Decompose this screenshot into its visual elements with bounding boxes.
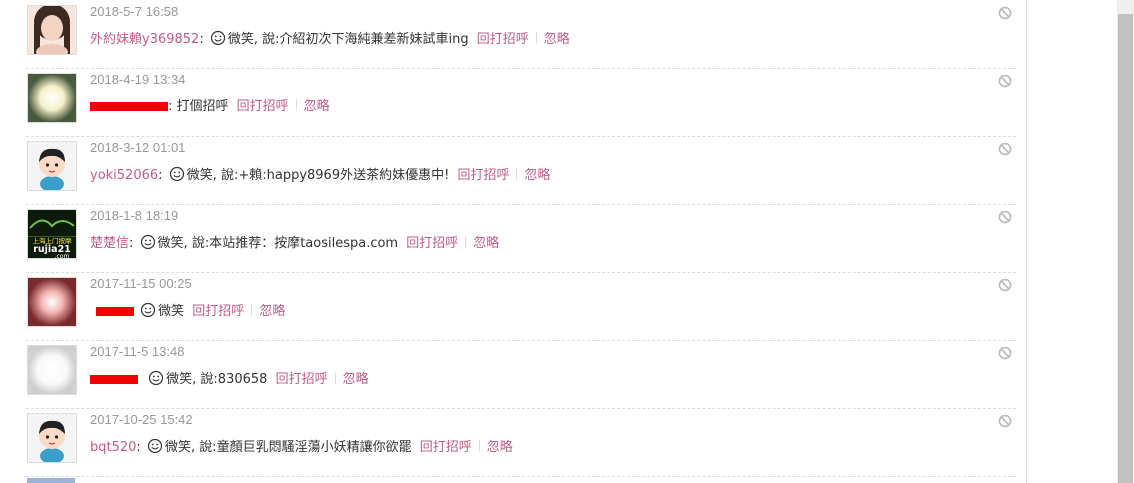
ignore-link[interactable]: 忽略: [304, 99, 330, 114]
smile-icon: [140, 302, 156, 318]
reply-greeting-link[interactable]: 回打招呼: [477, 32, 529, 47]
notification-row: 2018-4-19 13:34 : 打個招呼 回打招呼 忽略: [26, 68, 1016, 137]
action-verb: 微笑,: [164, 440, 196, 455]
notification-panel: 2018-5-7 16:58 外約妹賴y369852: 微笑, 說:介紹初次下海…: [0, 0, 1027, 483]
message-line: 外約妹賴y369852: 微笑, 說:介紹初次下海純兼差新妹試車ing 回打招呼…: [90, 30, 570, 49]
block-icon[interactable]: [998, 346, 1012, 360]
notification-row: 2017-10-25 15:42 bqt520: 微笑, 說:童顏巨乳悶騷淫蕩小…: [26, 408, 1016, 477]
smile-icon: [147, 438, 163, 454]
svg-text:.com: .com: [55, 253, 70, 258]
notification-row: 2018-3-12 01:01 yoki52066: 微笑, 說:+賴:happ…: [26, 136, 1016, 205]
reply-greeting-link[interactable]: 回打招呼: [276, 372, 328, 387]
ignore-link[interactable]: 忽略: [259, 304, 285, 319]
message-text: 說:本站推荐：按摩taosilespa.com: [187, 236, 399, 251]
message-line: : 打個招呼 回打招呼 忽略: [90, 98, 330, 116]
redacted-username: [90, 102, 168, 111]
block-icon[interactable]: [998, 278, 1012, 292]
username-link[interactable]: yoki52066: [90, 168, 158, 183]
message-line: 微笑 回打招呼 忽略: [90, 302, 285, 321]
avatar[interactable]: [27, 141, 77, 191]
divider: [295, 99, 297, 111]
message-line: 微笑, 說:830658 回打招呼 忽略: [90, 370, 369, 389]
block-icon[interactable]: [998, 210, 1012, 224]
smile-icon: [140, 234, 156, 250]
redacted-username: [90, 375, 138, 384]
notification-row: 2018-5-7 16:58 外約妹賴y369852: 微笑, 說:介紹初次下海…: [26, 0, 1016, 69]
reply-greeting-link[interactable]: 回打招呼: [420, 440, 472, 455]
smile-icon: [148, 370, 164, 386]
message-line: bqt520: 微笑, 說:童顏巨乳悶騷淫蕩小妖精讓你欲罷 回打招呼 忽略: [90, 438, 513, 457]
timestamp: 2018-4-19 13:34: [90, 72, 186, 87]
colon-text: :: [129, 236, 134, 251]
message-text: 說:童顏巨乳悶騷淫蕩小妖精讓你欲罷: [195, 440, 412, 455]
timestamp: 2017-11-15 00:25: [90, 276, 192, 291]
avatar[interactable]: [27, 478, 75, 483]
avatar[interactable]: [27, 413, 77, 463]
divider: [251, 304, 253, 316]
message-text: 說:介紹初次下海純兼差新妹試車ing: [258, 32, 469, 47]
action-verb: 微笑,: [166, 372, 197, 387]
timestamp: 2018-3-12 01:01: [90, 140, 186, 155]
divider: [535, 32, 537, 44]
avatar[interactable]: 上海上门按摩 rujia21 .com: [27, 209, 77, 259]
notification-row: 2017-11-15 00:25 微笑 回打招呼 忽略: [26, 272, 1016, 341]
notification-row: 上海上门按摩 rujia21 .com 2018-1-8 18:19 楚楚信: 微笑…: [26, 204, 1016, 273]
timestamp: 2018-5-7 16:58: [90, 4, 179, 19]
ignore-link[interactable]: 忽略: [343, 372, 369, 387]
divider: [465, 236, 467, 248]
notification-row: 2017-11-5 13:48 微笑, 說:830658 回打招呼 忽略: [26, 340, 1016, 409]
action-verb: 微笑: [158, 304, 185, 319]
block-icon[interactable]: [998, 74, 1012, 88]
reply-greeting-link[interactable]: 回打招呼: [237, 99, 289, 114]
colon-text: :: [158, 168, 163, 183]
action-verb: 微笑,: [227, 32, 258, 47]
divider: [478, 440, 480, 452]
colon-text: :: [199, 32, 204, 47]
greeting-text: : 打個招呼: [168, 99, 229, 114]
avatar[interactable]: [27, 5, 77, 55]
ignore-link[interactable]: 忽略: [544, 32, 570, 47]
block-icon[interactable]: [998, 6, 1012, 20]
timestamp: 2017-11-5 13:48: [90, 344, 185, 359]
action-verb: 微笑,: [186, 168, 217, 183]
reply-greeting-link[interactable]: 回打招呼: [192, 304, 244, 319]
vertical-scrollbar[interactable]: [1117, 0, 1134, 483]
colon-text: :: [136, 440, 141, 455]
block-icon[interactable]: [998, 414, 1012, 428]
block-icon[interactable]: [998, 142, 1012, 156]
message-line: 楚楚信: 微笑, 說:本站推荐：按摩taosilespa.com 回打招呼 忽略: [90, 234, 499, 253]
action-verb: 微笑,: [157, 236, 188, 251]
avatar[interactable]: [27, 277, 77, 327]
username-link[interactable]: 外約妹賴y369852: [90, 32, 199, 47]
ignore-link[interactable]: 忽略: [524, 168, 550, 183]
avatar[interactable]: [27, 345, 77, 395]
divider: [334, 372, 336, 384]
reply-greeting-link[interactable]: 回打招呼: [406, 236, 458, 251]
message-text: 說:830658: [196, 372, 268, 387]
smile-icon: [210, 30, 226, 46]
avatar[interactable]: [27, 73, 77, 123]
divider: [516, 168, 518, 180]
message-text: 說:+賴:happy8969外送茶約妹優惠中!: [216, 168, 450, 183]
timestamp: 2018-1-8 18:19: [90, 208, 179, 223]
redacted-username: [96, 307, 134, 316]
reply-greeting-link[interactable]: 回打招呼: [457, 168, 509, 183]
timestamp: 2017-10-25 15:42: [90, 412, 193, 427]
username-link[interactable]: 楚楚信: [90, 236, 129, 251]
message-line: yoki52066: 微笑, 說:+賴:happy8969外送茶約妹優惠中! 回…: [90, 166, 550, 185]
scrollbar-thumb[interactable]: [1118, 14, 1133, 483]
ignore-link[interactable]: 忽略: [487, 440, 513, 455]
smile-icon: [169, 166, 185, 182]
username-link[interactable]: bqt520: [90, 440, 136, 455]
ignore-link[interactable]: 忽略: [473, 236, 499, 251]
